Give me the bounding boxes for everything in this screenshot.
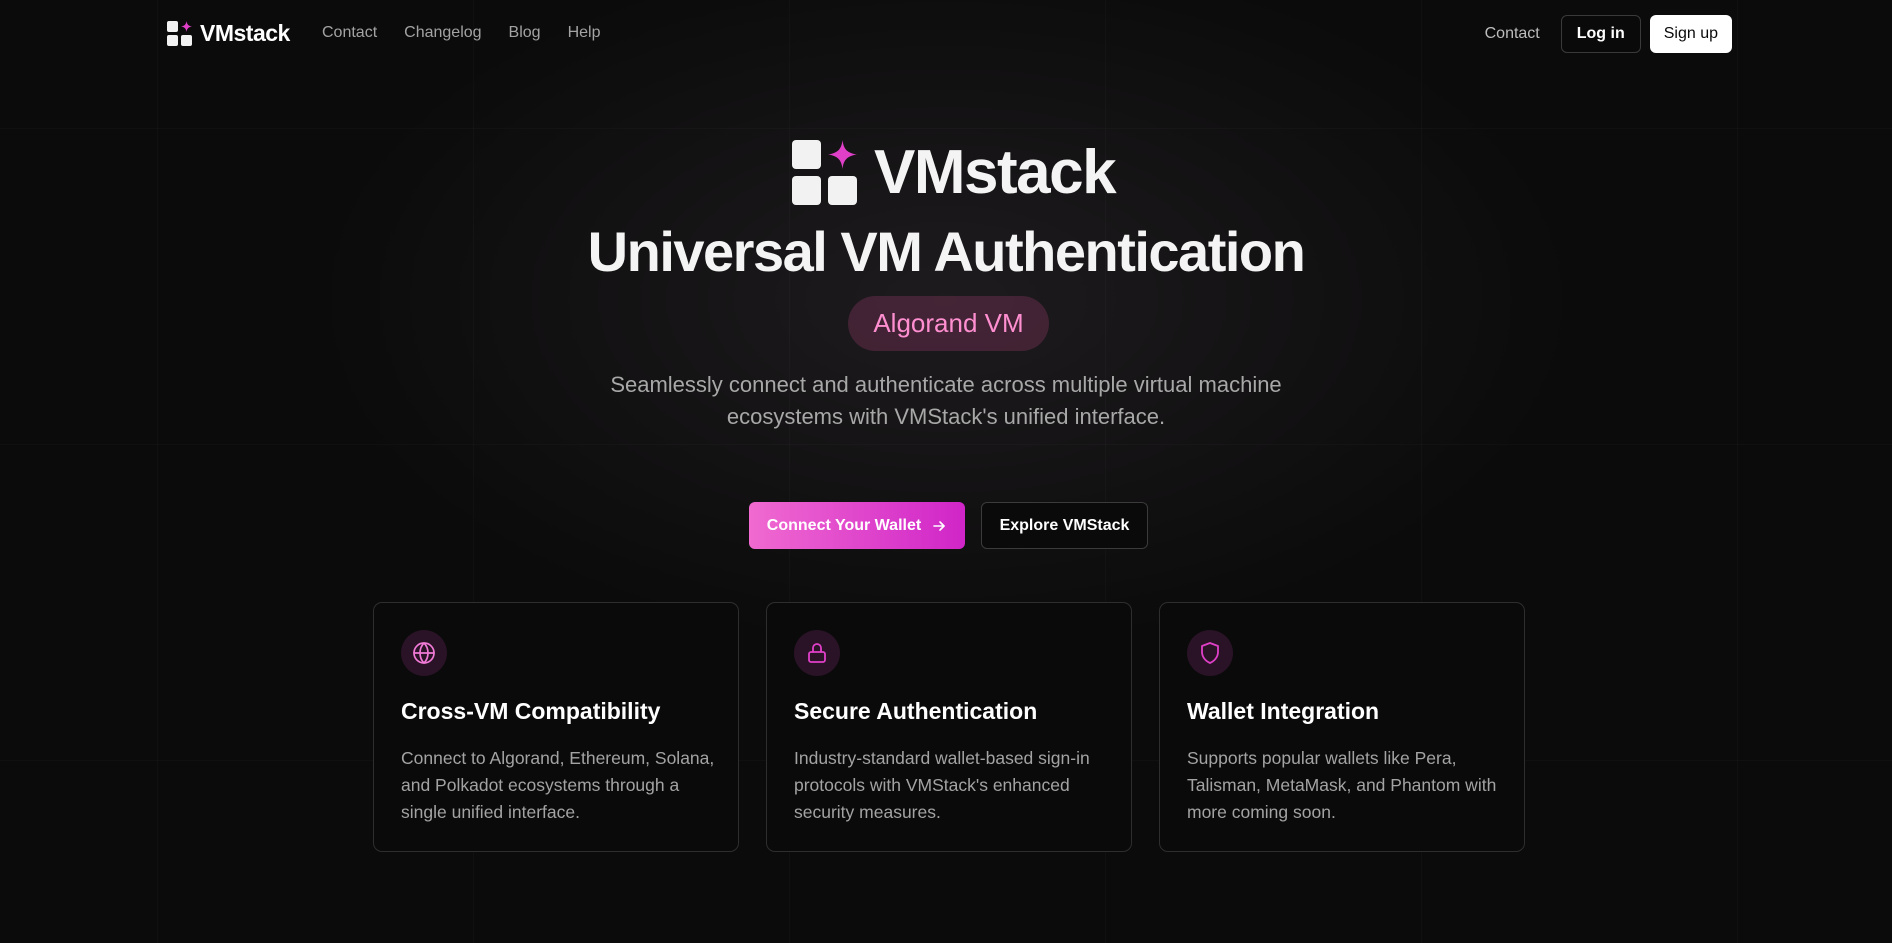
nav-link-blog[interactable]: Blog xyxy=(509,24,541,42)
nav-link-help[interactable]: Help xyxy=(568,24,601,42)
nav-links: Contact Changelog Blog Help xyxy=(322,24,600,42)
connect-wallet-button[interactable]: Connect Your Wallet xyxy=(749,502,965,549)
hero-subtitle-line2: ecosystems with VMStack's unified interf… xyxy=(726,404,1166,429)
hero-subtitle-line1: Seamlessly connect and authenticate acro… xyxy=(610,372,1282,397)
nav-logo[interactable]: VMstack xyxy=(167,20,290,47)
feature-card-wallet-integration: Wallet Integration Supports popular wall… xyxy=(1159,602,1525,852)
vm-badge: Algorand VM xyxy=(848,296,1049,351)
hero-title: Universal VM Authentication xyxy=(587,220,1306,283)
hero-subtitle: Seamlessly connect and authenticate acro… xyxy=(546,369,1346,433)
feature-description: Connect to Algorand, Ethereum, Solana, a… xyxy=(401,748,715,822)
shield-icon xyxy=(1187,630,1233,676)
vmstack-hero-logo-icon xyxy=(792,139,857,205)
arrow-right-icon xyxy=(933,520,945,531)
login-button[interactable]: Log in xyxy=(1560,15,1641,53)
vmstack-logo-icon xyxy=(167,20,192,46)
feature-title: Wallet Integration xyxy=(1187,698,1380,724)
feature-title: Cross-VM Compatibility xyxy=(401,698,661,724)
nav-brand-name: VMstack xyxy=(200,20,290,46)
globe-icon xyxy=(401,630,447,676)
feature-description: Industry-standard wallet-based sign-in p… xyxy=(794,748,1090,822)
feature-description: Supports popular wallets like Pera, Tali… xyxy=(1187,748,1497,822)
feature-card-secure-auth: Secure Authentication Industry-standard … xyxy=(766,602,1132,852)
top-navigation: VMstack Contact Changelog Blog Help Cont… xyxy=(0,0,1892,68)
hero-brand-name: VMstack xyxy=(874,138,1117,207)
signup-button[interactable]: Sign up xyxy=(1649,15,1732,53)
nav-actions: Contact Log in Sign up xyxy=(1485,15,1732,53)
nav-contact-link[interactable]: Contact xyxy=(1485,25,1540,43)
vm-badge-label: Algorand VM xyxy=(873,308,1024,338)
nav-link-contact[interactable]: Contact xyxy=(322,24,377,42)
connect-wallet-label: Connect Your Wallet xyxy=(766,516,922,534)
lock-icon xyxy=(794,630,840,676)
nav-link-changelog[interactable]: Changelog xyxy=(404,24,481,42)
feature-title: Secure Authentication xyxy=(794,698,1038,724)
feature-card-cross-vm: Cross-VM Compatibility Connect to Algora… xyxy=(373,602,739,852)
hero-logo: VMstack xyxy=(792,137,1117,208)
explore-vmstack-button[interactable]: Explore VMStack xyxy=(981,502,1148,549)
